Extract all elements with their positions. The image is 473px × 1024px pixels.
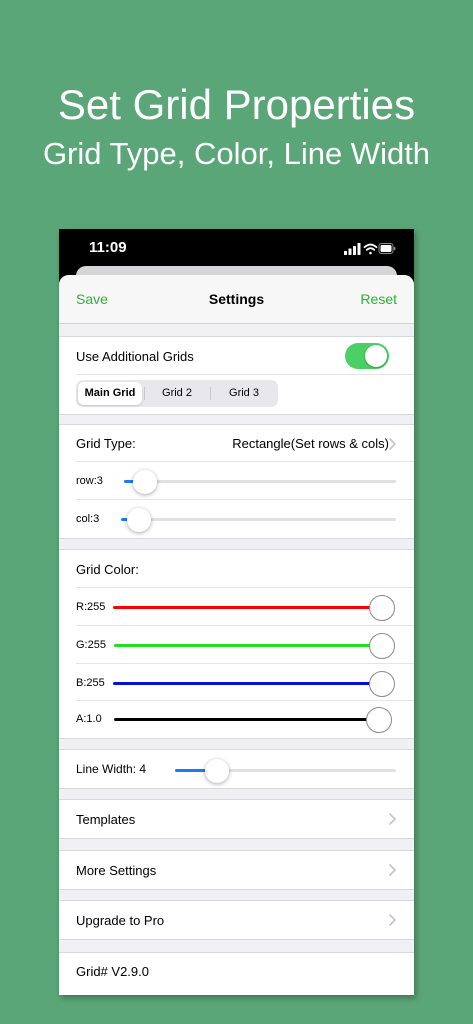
status-icons [344,243,396,255]
col-count-slider-thumb[interactable] [127,508,151,532]
line-width-slider-thumb[interactable] [205,759,229,783]
templates-label: Templates [76,812,136,827]
promo-subtitle: Grid Type, Color, Line Width [42,136,431,171]
row-count-slider-thumb[interactable] [133,470,157,494]
grid-color-section: Grid Color: R:255 G:255 B:255 A:1.0 [59,549,414,739]
version-label: Grid# V2.9.0 [76,964,149,979]
chevron-right-icon [389,864,396,876]
status-bar: 11:09 [59,229,414,269]
blue-channel-label: B:255 [76,677,105,689]
chevron-right-icon [389,914,396,926]
red-channel-slider[interactable] [113,606,383,609]
upgrade-to-pro-label: Upgrade to Pro [76,913,165,928]
alpha-channel-slider-thumb[interactable] [366,707,392,733]
grid-type-value: Rectangle(Set rows & cols) [232,436,389,451]
segment-grid-2[interactable]: Grid 2 [145,382,209,405]
grid-segmented-control: Main Grid Grid 2 Grid 3 [76,380,278,407]
settings-sheet: Save Settings Reset Use Additional Grids… [59,275,414,995]
grid-color-header-row: Grid Color: [59,550,414,588]
more-settings-row[interactable]: More Settings [59,851,414,889]
blue-channel-slider[interactable] [113,682,383,685]
navigation-bar: Save Settings Reset [59,275,414,324]
battery-icon [378,243,396,254]
col-count-label: col:3 [76,513,100,525]
line-width-section: Line Width: 4 [59,749,414,789]
grid-selector-row: Main Grid Grid 2 Grid 3 [59,375,414,414]
signal-icon [344,243,361,255]
alpha-channel-slider[interactable] [114,718,380,721]
row-count-row: row:3 [59,462,414,500]
grid-type-section: Grid Type: Rectangle(Set rows & cols) ro… [59,424,414,539]
segment-divider [210,387,211,400]
chevron-right-icon [389,438,396,450]
green-channel-label: G:255 [76,639,106,651]
red-channel-row: R:255 [59,588,414,626]
line-width-slider[interactable] [175,759,396,783]
wifi-icon [363,243,378,255]
version-row: Grid# V2.9.0 [59,953,414,991]
blue-channel-row: B:255 [59,664,414,701]
green-channel-row: G:255 [59,626,414,664]
line-width-label: Line Width: 4 [76,762,147,776]
blue-channel-slider-thumb[interactable] [369,671,395,697]
red-channel-label: R:255 [76,601,106,613]
alpha-channel-row: A:1.0 [59,701,414,738]
templates-row[interactable]: Templates [59,800,414,838]
row-count-label: row:3 [76,475,103,487]
additional-grids-section: Use Additional Grids Main Grid Grid 2 Gr… [59,336,414,415]
segment-grid-3[interactable]: Grid 3 [212,382,276,405]
green-channel-slider[interactable] [114,644,383,647]
reset-button[interactable]: Reset [360,291,397,307]
use-additional-grids-row: Use Additional Grids [59,337,414,375]
promo-title: Set Grid Properties [57,81,416,128]
alpha-channel-label: A:1.0 [76,713,102,725]
red-channel-slider-thumb[interactable] [369,595,395,621]
grid-color-label: Grid Color: [76,562,139,577]
col-count-slider[interactable] [121,508,396,532]
col-count-row: col:3 [59,500,414,538]
row-count-slider[interactable] [124,470,396,494]
use-additional-grids-toggle[interactable] [345,343,389,369]
phone-screen: 11:09 Save Settings Reset Use Additional… [59,229,414,995]
use-additional-grids-label: Use Additional Grids [76,349,194,364]
green-channel-slider-thumb[interactable] [369,633,395,659]
more-settings-label: More Settings [76,863,157,878]
templates-section: Templates [59,799,414,839]
version-section: Grid# V2.9.0 [59,952,414,995]
segment-main-grid[interactable]: Main Grid [78,382,142,405]
upgrade-section: Upgrade to Pro [59,900,414,940]
line-width-row: Line Width: 4 [59,750,414,788]
grid-type-row[interactable]: Grid Type: Rectangle(Set rows & cols) [59,425,414,462]
more-settings-section: More Settings [59,850,414,890]
status-time: 11:09 [89,239,127,256]
toggle-knob [365,345,387,367]
grid-type-label: Grid Type: [76,436,136,451]
upgrade-to-pro-row[interactable]: Upgrade to Pro [59,901,414,939]
chevron-right-icon [389,813,396,825]
